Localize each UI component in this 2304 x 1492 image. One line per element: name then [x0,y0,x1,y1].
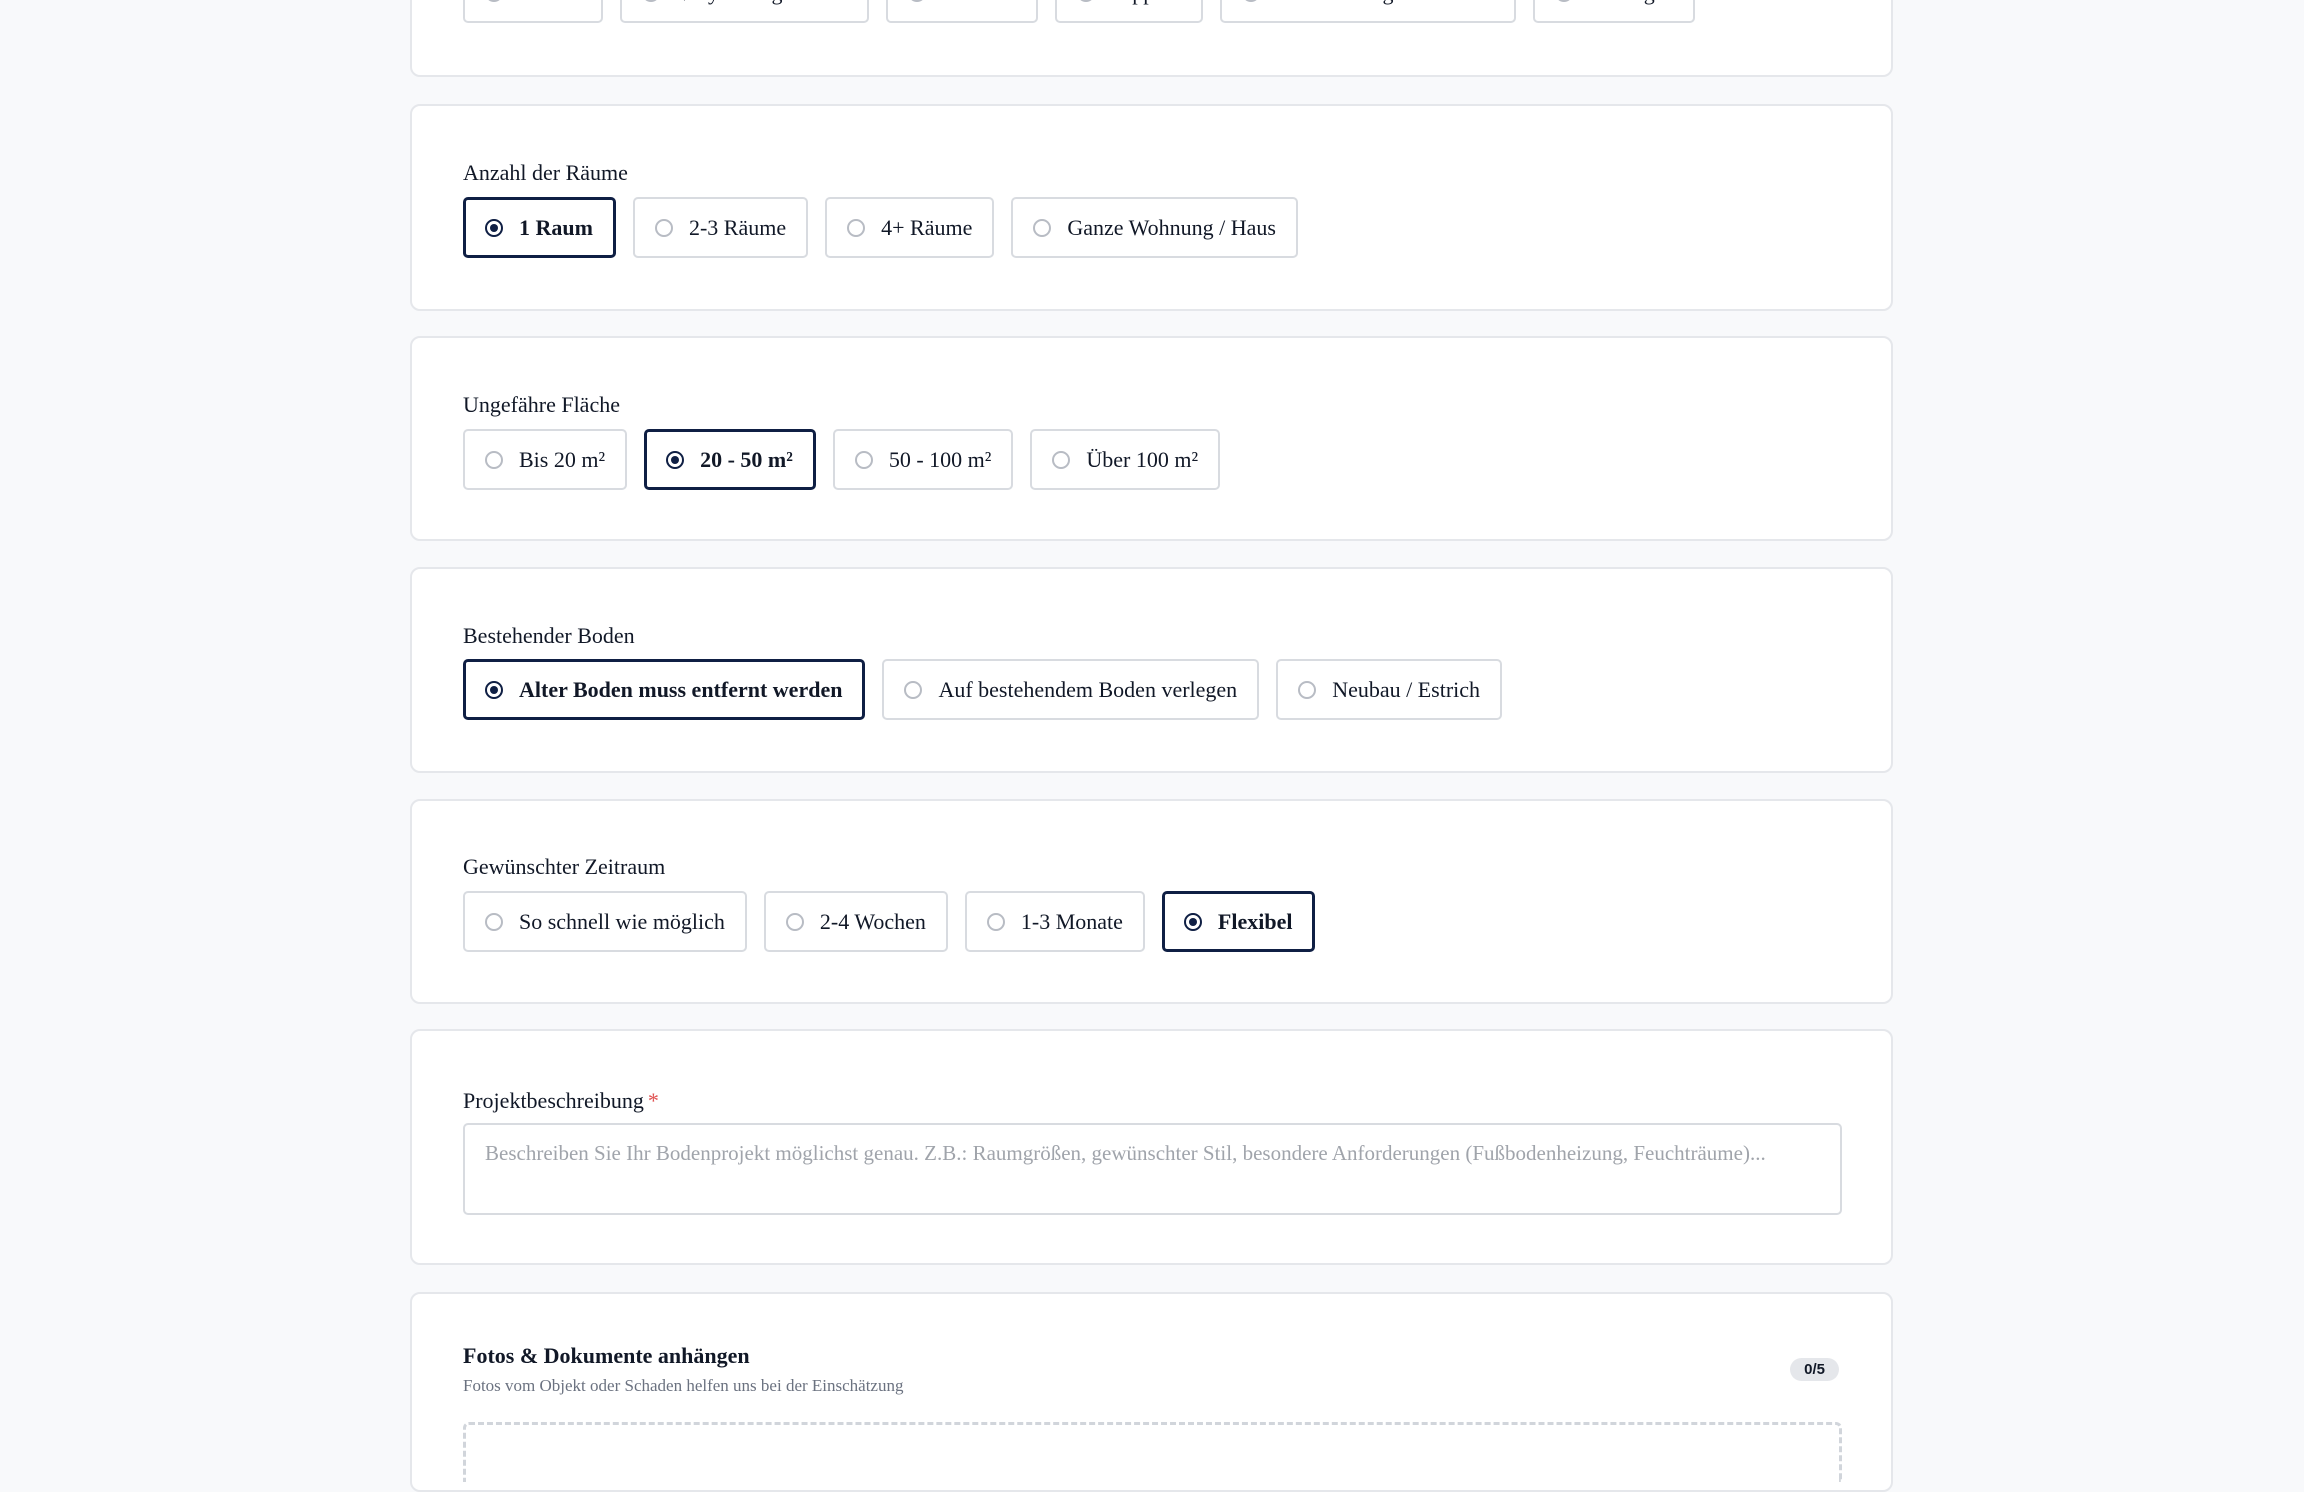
radio-checked-icon [666,450,685,469]
existing-floor-option[interactable]: Auf bestehendem Boden verlegen [882,659,1260,720]
floor-type-option[interactable]: Aufbereitung / Schleifen [1220,0,1516,23]
timeframe-option[interactable]: Flexibel [1161,891,1316,952]
attachments-card: Fotos & Dokumente anhängen Fotos vom Obj… [410,1292,1893,1492]
timeframe-card: Gewünschter Zeitraum So schnell wie mögl… [410,799,1893,1004]
description-label-text: Projektbeschreibung [463,1088,644,1113]
radio-unchecked-icon [1554,0,1573,2]
timeframe-option[interactable]: 1-3 Monate [964,891,1145,952]
description-textarea[interactable]: Beschreiben Sie Ihr Bodenprojekt möglich… [463,1123,1842,1215]
option-label: 20 - 50 m² [700,446,793,472]
option-label: Laminat [942,0,1015,6]
radio-unchecked-icon [847,218,866,237]
area-option[interactable]: Bis 20 m² [463,429,628,490]
option-label: Vinyl/Designboden [676,0,847,6]
radio-unchecked-icon [485,912,503,931]
attachments-subtitle: Fotos vom Objekt oder Schaden helfen uns… [463,1376,904,1395]
timeframe-label: Gewünschter Zeitraum [463,854,666,879]
option-label: 1-3 Monate [1020,908,1123,934]
option-label: 2-3 Räume [688,214,787,240]
area-card: Ungefähre Fläche Bis 20 m² 20 - 50 m² 50 -… [410,336,1893,541]
rooms-label: Anzahl der Räume [463,160,628,185]
rooms-option[interactable]: Ganze Wohnung / Haus [1011,197,1298,258]
radio-unchecked-icon [785,912,804,931]
area-option[interactable]: Über 100 m² [1030,429,1221,490]
rooms-option[interactable]: 4+ Räume [825,197,995,258]
option-label: Über 100 m² [1086,446,1199,472]
floor-type-card: Parkett Vinyl/Designboden Laminat Teppich Au… [410,0,1893,77]
radio-unchecked-icon [904,680,923,699]
existing-floor-card: Bestehender Boden Alter Boden muss entfe… [410,567,1893,773]
radio-unchecked-icon [642,0,661,2]
radio-unchecked-icon [908,0,927,2]
existing-floor-option[interactable]: Alter Boden muss entfernt werden [463,659,866,720]
radio-unchecked-icon [986,912,1005,931]
option-label: Ganze Wohnung / Haus [1067,214,1276,240]
area-label: Ungefähre Fläche [463,392,620,417]
existing-floor-label: Bestehender Boden [463,623,635,648]
radio-unchecked-icon [1076,0,1095,2]
existing-floor-option[interactable]: Neubau / Estrich [1276,659,1503,720]
file-dropzone[interactable] [463,1422,1842,1482]
rooms-option[interactable]: 2-3 Räume [632,197,809,258]
option-label: So schnell wie möglich [519,908,725,934]
timeframe-options: So schnell wie möglich 2-4 Wochen 1-3 Mona… [463,891,1316,952]
rooms-option[interactable]: 1 Raum [463,197,616,258]
floor-type-option[interactable]: Teppich [1054,0,1204,23]
radio-unchecked-icon [1242,0,1261,2]
option-label: Alter Boden muss entfernt werden [519,676,843,702]
attachments-counter-badge: 0/5 [1790,1358,1839,1381]
rooms-card: Anzahl der Räume 1 Raum 2-3 Räume 4+ Räume… [410,104,1893,311]
radio-unchecked-icon [485,450,503,469]
area-options: Bis 20 m² 20 - 50 m² 50 - 100 m² Über 100 m… [463,429,1221,490]
required-mark: * [647,1088,659,1113]
option-label: Auf bestehendem Boden verlegen [938,676,1238,702]
area-option[interactable]: 50 - 100 m² [832,429,1014,490]
option-label: Neubau / Estrich [1332,676,1481,702]
timeframe-option[interactable]: 2-4 Wochen [763,891,948,952]
option-label: Parkett [519,0,581,6]
floor-type-options: Parkett Vinyl/Designboden Laminat Teppich Au… [463,0,1696,23]
description-card: Projektbeschreibung * Beschreiben Sie Ihr… [410,1029,1893,1265]
existing-floor-options: Alter Boden muss entfernt werden Auf best… [463,659,1503,720]
timeframe-option[interactable]: So schnell wie möglich [463,891,747,952]
radio-unchecked-icon [1052,450,1071,469]
attachments-title: Fotos & Dokumente anhängen [463,1343,750,1368]
option-label: Teppich [1111,0,1182,6]
radio-unchecked-icon [485,0,503,2]
area-option[interactable]: 20 - 50 m² [644,429,816,490]
option-label: 4+ Räume [881,214,973,240]
radio-checked-icon [485,218,503,237]
option-label: 1 Raum [519,214,593,240]
option-label: Aufbereitung / Schleifen [1276,0,1494,6]
option-label: 2-4 Wochen [819,908,926,934]
description-label: Projektbeschreibung * [463,1088,659,1114]
option-label: 50 - 100 m² [888,446,992,472]
radio-checked-icon [485,680,503,699]
radio-unchecked-icon [1298,680,1317,699]
floor-type-option[interactable]: Parkett [463,0,604,23]
radio-checked-icon [1183,912,1202,931]
radio-unchecked-icon [854,450,873,469]
floor-type-option[interactable]: Sonstiges [1532,0,1696,23]
option-label: Flexibel [1217,908,1293,934]
rooms-options: 1 Raum 2-3 Räume 4+ Räume Ganze Wohnung / H… [463,197,1298,258]
floor-type-option[interactable]: Vinyl/Designboden [620,0,870,23]
floor-type-option[interactable]: Laminat [886,0,1038,23]
option-label: Sonstiges [1589,0,1673,6]
radio-unchecked-icon [654,218,673,237]
radio-unchecked-icon [1033,218,1052,237]
option-label: Bis 20 m² [519,446,606,472]
